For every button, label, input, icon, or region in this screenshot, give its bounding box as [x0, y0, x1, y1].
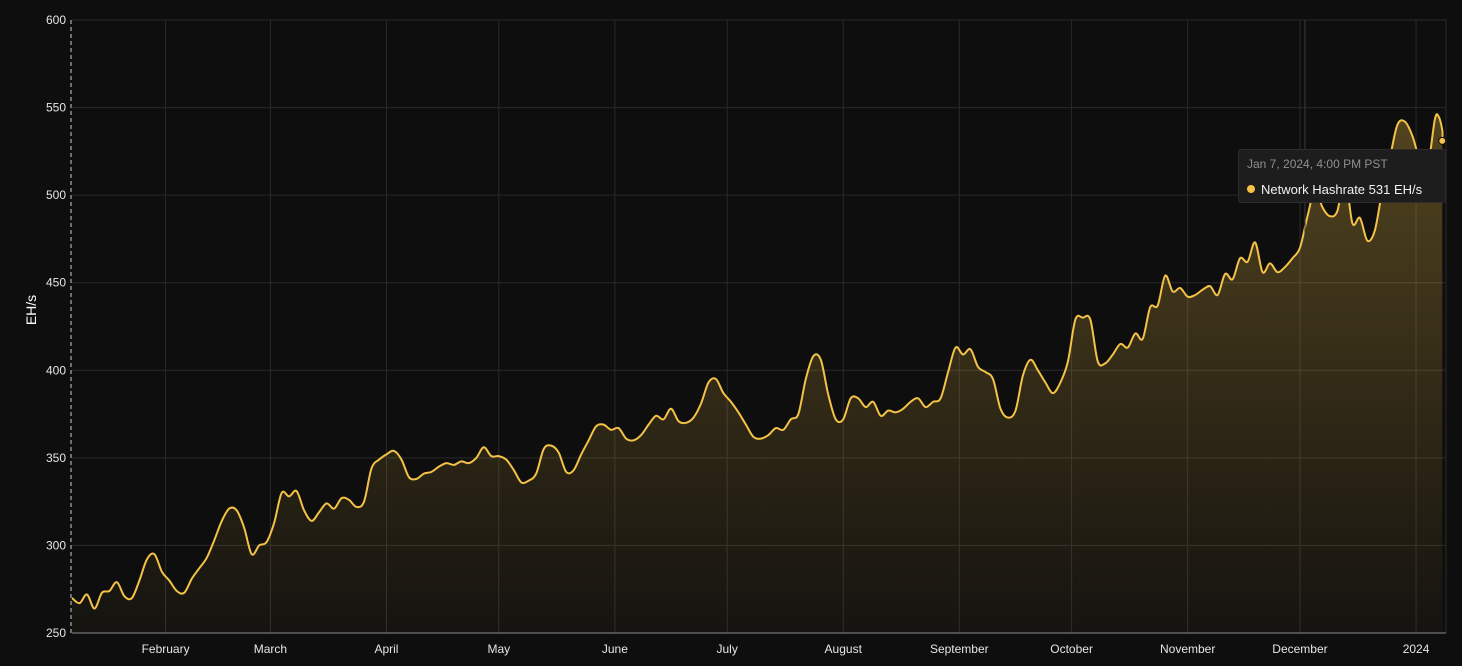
y-tick-label: 550 [46, 101, 66, 115]
tooltip-date: Jan 7, 2024, 4:00 PM PST [1247, 157, 1388, 171]
x-tick-label: July [717, 642, 738, 656]
hover-point-marker [1438, 136, 1447, 145]
x-tick-label: May [487, 642, 510, 656]
x-tick-label: April [374, 642, 398, 656]
series-color-dot-icon [1247, 185, 1255, 193]
x-tick-label: 2024 [1403, 642, 1430, 656]
x-tick-label: October [1050, 642, 1093, 656]
y-tick-label: 350 [46, 451, 66, 465]
hover-tooltip: Jan 7, 2024, 4:00 PM PST Network Hashrat… [1238, 149, 1446, 203]
tooltip-value: 531 EH/s [1368, 182, 1423, 197]
tooltip-series-name: Network Hashrate [1261, 182, 1366, 197]
series-area-network-hashrate [72, 114, 1443, 633]
x-tick-label: March [254, 642, 287, 656]
x-tick-label: December [1272, 642, 1327, 656]
hashrate-chart: 250 300 350 400 450 500 550 600 February March Ap… [23, 13, 1447, 656]
y-tick-label: 400 [46, 363, 66, 377]
y-axis: 250 300 350 400 450 500 550 600 [46, 13, 72, 640]
x-tick-label: June [602, 642, 628, 656]
y-tick-label: 250 [46, 626, 66, 640]
x-axis: February March April May June July August Septe… [72, 632, 1446, 656]
y-tick-label: 600 [46, 13, 66, 27]
x-tick-label: February [142, 642, 190, 656]
y-axis-title: EH/s [23, 295, 39, 325]
x-tick-label: November [1160, 642, 1215, 656]
y-tick-label: 300 [46, 538, 66, 552]
tooltip-series-row: Network Hashrate 531 EH/s [1247, 182, 1422, 197]
x-tick-label: August [825, 642, 863, 656]
y-tick-label: 450 [46, 276, 66, 290]
y-tick-label: 500 [46, 188, 66, 202]
x-tick-label: September [930, 642, 989, 656]
